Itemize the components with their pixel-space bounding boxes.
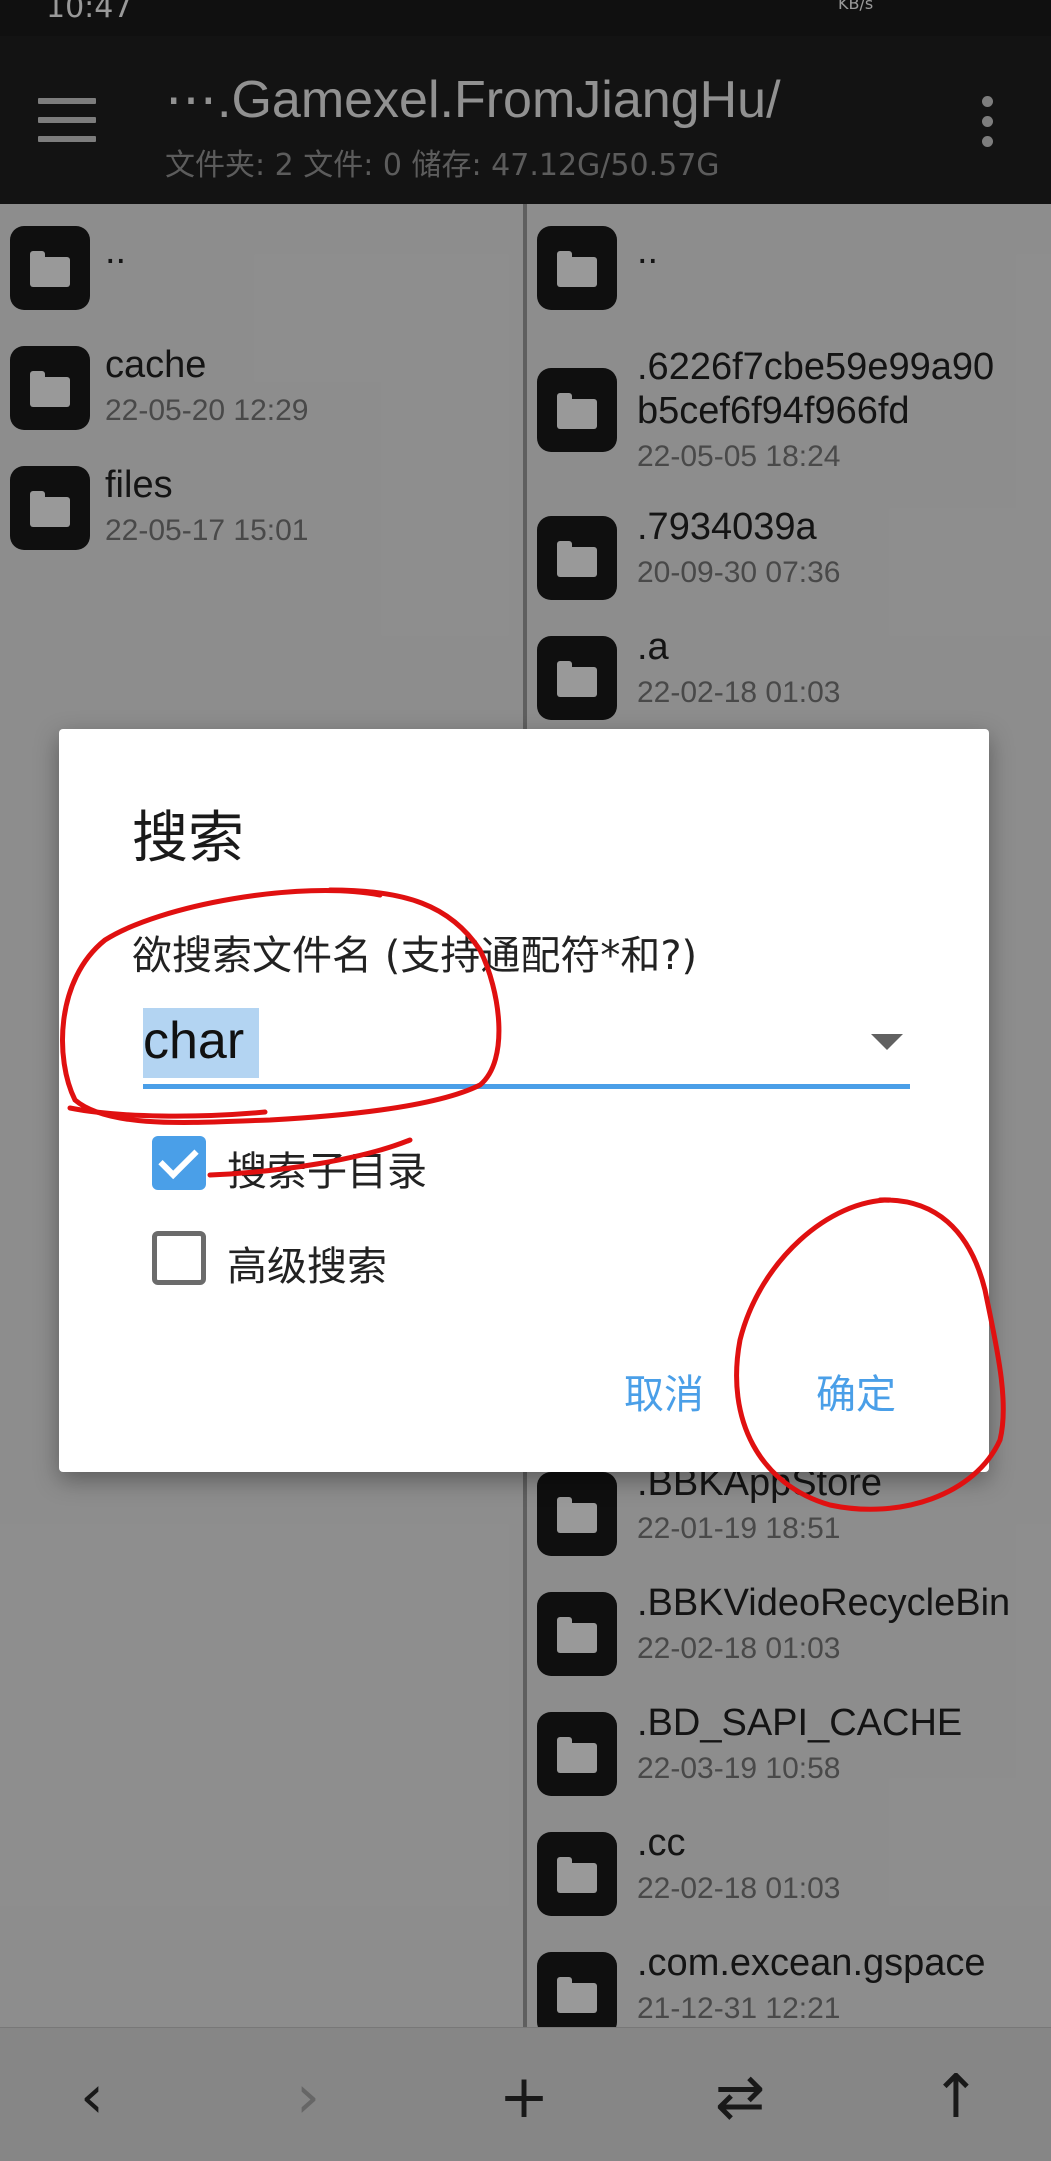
advanced-search-checkbox[interactable] <box>152 1231 206 1285</box>
input-underline <box>143 1084 910 1089</box>
search-dialog: 搜索 欲搜索文件名 (支持通配符*和?) 搜索子目录 高级搜索 取消 确定 <box>59 729 989 1472</box>
search-input[interactable] <box>143 1001 910 1081</box>
search-field-label: 欲搜索文件名 (支持通配符*和?) <box>132 933 698 979</box>
history-dropdown-icon[interactable] <box>871 1034 903 1050</box>
cancel-button[interactable]: 取消 <box>624 1362 704 1420</box>
search-subdir-label[interactable]: 搜索子目录 <box>227 1139 427 1197</box>
search-subdir-checkbox[interactable] <box>152 1136 206 1190</box>
advanced-search-label[interactable]: 高级搜索 <box>227 1234 387 1292</box>
ok-button[interactable]: 确定 <box>816 1362 896 1420</box>
dialog-title: 搜索 <box>132 806 244 871</box>
